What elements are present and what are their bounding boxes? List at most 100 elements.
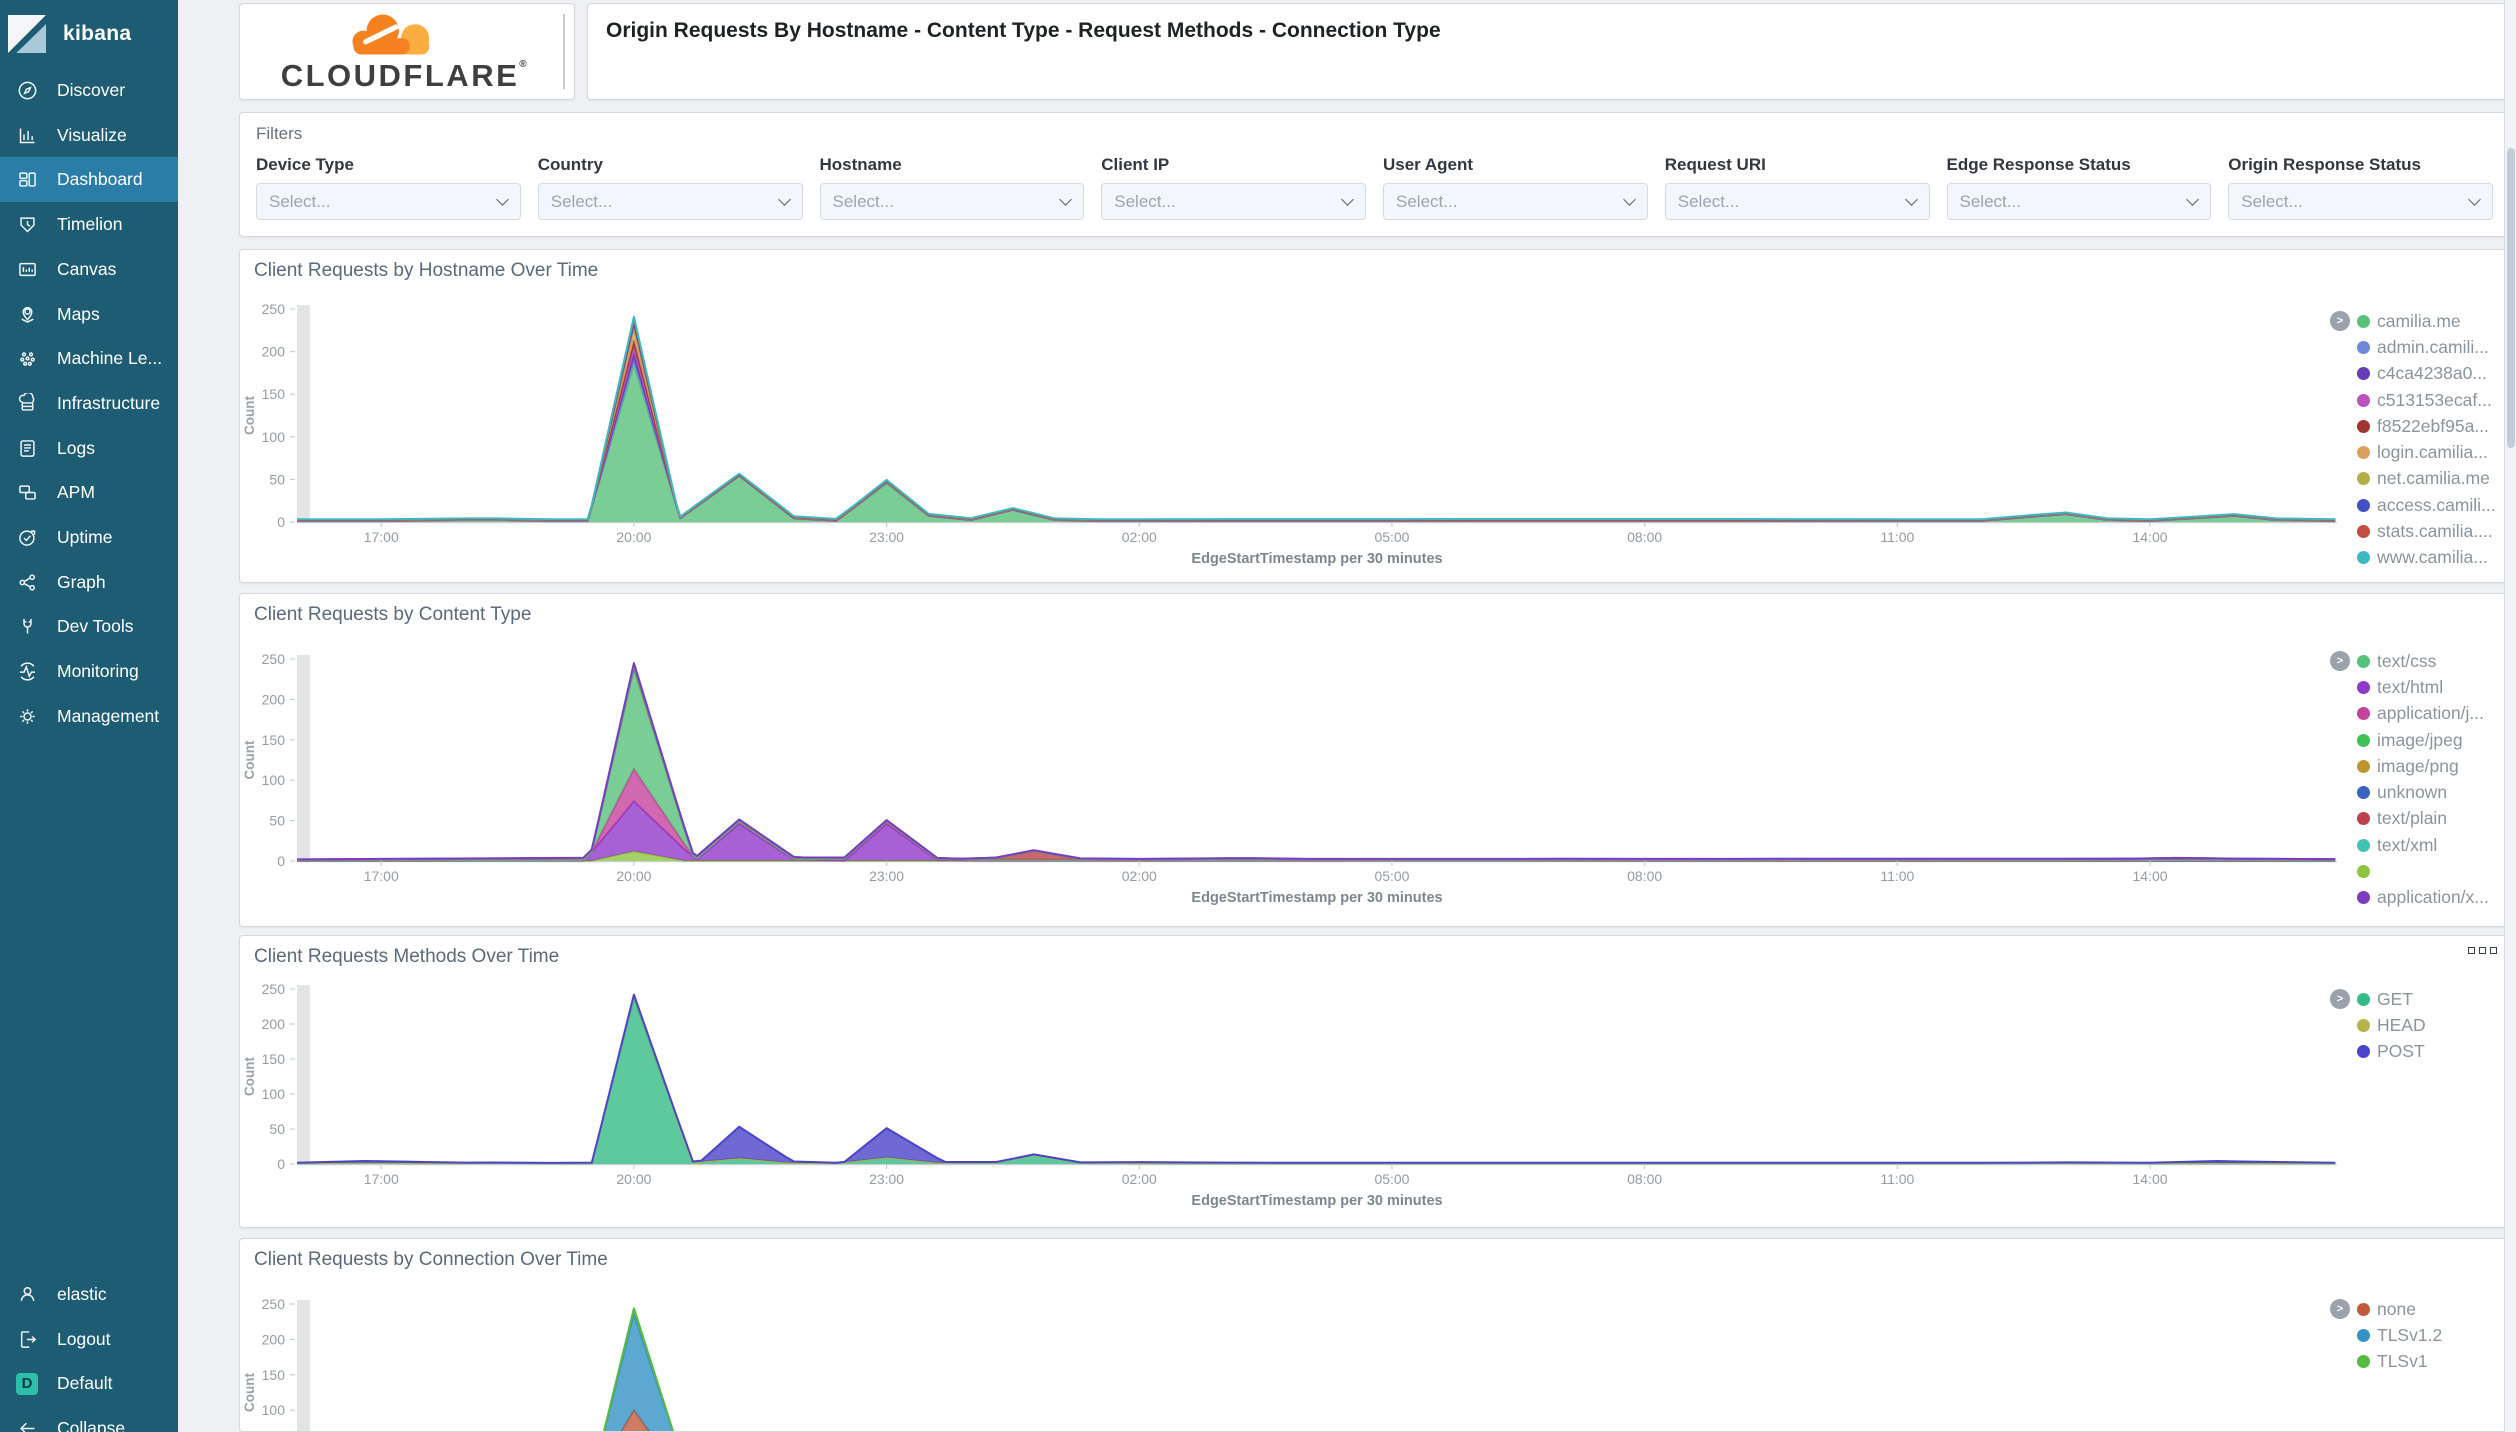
legend-label: www.camilia... bbox=[2377, 547, 2488, 568]
filter-country-select[interactable]: Select... bbox=[537, 183, 803, 220]
legend-item-unknown[interactable]: >unknown bbox=[2330, 779, 2506, 805]
svg-text:14:00: 14:00 bbox=[2132, 529, 2167, 545]
sidebar-item-apm[interactable]: APM bbox=[0, 470, 178, 515]
sidebar-item-label: Uptime bbox=[57, 527, 113, 547]
legend-item-camilia-me[interactable]: > camilia.me bbox=[2330, 308, 2506, 334]
sidebar-item-elastic[interactable]: elastic bbox=[0, 1272, 178, 1317]
sidebar-item-machine-le[interactable]: Machine Le... bbox=[0, 336, 178, 381]
filter-device-type-select[interactable]: Select... bbox=[256, 183, 521, 220]
uptime-icon bbox=[15, 526, 39, 550]
area-chart-methods[interactable]: 0 50 100 150 200 250 17:00 20:00 23:00 02:00 05:00… bbox=[240, 936, 2510, 1228]
legend-item-image-png[interactable]: >image/png bbox=[2330, 753, 2506, 779]
legend-toggle-icon[interactable]: > bbox=[2330, 989, 2350, 1010]
sidebar-item-management[interactable]: Management bbox=[0, 694, 178, 739]
area-chart-connection[interactable]: 05010015020025017:0020:0023:0002:0005:00… bbox=[240, 1239, 2510, 1432]
filter-group-edge-response-status: Edge Response Status Select... bbox=[1946, 155, 2212, 220]
select-placeholder: Select... bbox=[1396, 191, 1458, 211]
sidebar-item-graph[interactable]: Graph bbox=[0, 560, 178, 605]
sidebar-item-logs[interactable]: Logs bbox=[0, 426, 178, 471]
legend-item-text-xml[interactable]: >text/xml bbox=[2330, 832, 2506, 858]
panel-resize-handle[interactable] bbox=[563, 14, 565, 89]
legend-item-application-j[interactable]: >application/j... bbox=[2330, 701, 2506, 727]
legend-item-item[interactable]: > bbox=[2330, 858, 2506, 884]
svg-text:100: 100 bbox=[262, 1086, 286, 1102]
legend-dot bbox=[2357, 1355, 2370, 1369]
area-chart-hostname[interactable]: 0 50 100 150 200 250 17:00 20:00 23:00 02:00 05:00… bbox=[240, 250, 2510, 583]
sidebar-item-default[interactable]: D Default bbox=[0, 1361, 178, 1406]
legend-toggle-icon[interactable]: > bbox=[2330, 311, 2350, 332]
legend-item-none[interactable]: > none bbox=[2330, 1296, 2506, 1322]
legend-item-stats-camilia[interactable]: >stats.camilia.... bbox=[2330, 518, 2506, 544]
kibana-logo-text: kibana bbox=[63, 22, 132, 45]
infrastructure-icon bbox=[15, 391, 39, 415]
sidebar-item-label: Maps bbox=[57, 303, 100, 324]
legend-item-login-camilia[interactable]: >login.camilia... bbox=[2330, 439, 2506, 465]
legend-toggle-icon[interactable]: > bbox=[2330, 651, 2350, 672]
legend-item-www-camilia[interactable]: >www.camilia... bbox=[2330, 545, 2506, 571]
legend-item-access-camili[interactable]: >access.camili... bbox=[2330, 492, 2506, 518]
legend-dot bbox=[2357, 1018, 2370, 1032]
svg-text:0: 0 bbox=[277, 853, 285, 869]
sidebar-item-label: Dev Tools bbox=[57, 616, 134, 637]
scrollbar-thumb[interactable] bbox=[2507, 148, 2515, 448]
sidebar-item-label: APM bbox=[57, 482, 95, 503]
filter-group-country: Country Select... bbox=[537, 155, 803, 220]
legend-item-f8522ebf95a[interactable]: >f8522ebf95a... bbox=[2330, 413, 2506, 439]
legend-dot bbox=[2357, 733, 2370, 747]
legend-item-head[interactable]: >HEAD bbox=[2330, 1012, 2506, 1038]
chevron-down-icon bbox=[1059, 193, 1073, 206]
sidebar-item-visualize[interactable]: Visualize bbox=[0, 113, 178, 158]
svg-text:150: 150 bbox=[262, 732, 286, 748]
sidebar-item-collapse[interactable]: Collapse bbox=[0, 1406, 178, 1432]
filter-client-ip-select[interactable]: Select... bbox=[1101, 183, 1366, 220]
kibana-logo[interactable]: kibana bbox=[8, 12, 131, 56]
sidebar-item-maps[interactable]: Maps bbox=[0, 292, 178, 337]
legend-item-get[interactable]: > GET bbox=[2330, 986, 2506, 1012]
filter-label: User Agent bbox=[1383, 155, 1474, 174]
legend-dot bbox=[2357, 759, 2370, 773]
legend-item-net-camilia-me[interactable]: >net.camilia.me bbox=[2330, 466, 2506, 492]
legend-item-text-plain[interactable]: >text/plain bbox=[2330, 806, 2506, 832]
sidebar-item-uptime[interactable]: Uptime bbox=[0, 515, 178, 560]
sidebar-item-label: Default bbox=[57, 1373, 113, 1394]
area-chart-content-type[interactable]: 0 50 100 150 200 250 17:00 20:00 23:00 02:00 05:00… bbox=[240, 594, 2510, 927]
legend-label: application/x... bbox=[2377, 887, 2489, 908]
legend-item-tlsv1-2[interactable]: >TLSv1.2 bbox=[2330, 1322, 2506, 1348]
legend-item-admin-camili[interactable]: >admin.camili... bbox=[2330, 334, 2506, 360]
legend-item-tlsv1[interactable]: >TLSv1 bbox=[2330, 1349, 2506, 1375]
legend-toggle-icon[interactable]: > bbox=[2330, 1299, 2350, 1320]
sidebar-item-infrastructure[interactable]: Infrastructure bbox=[0, 381, 178, 426]
legend-item-c4ca4238a0[interactable]: >c4ca4238a0... bbox=[2330, 361, 2506, 387]
filter-label: Edge Response Status bbox=[1946, 155, 2131, 174]
svg-text:02:00: 02:00 bbox=[1122, 868, 1157, 884]
svg-text:250: 250 bbox=[262, 981, 286, 997]
filter-edge-response-status-select[interactable]: Select... bbox=[1946, 183, 2212, 220]
chevron-down-icon bbox=[777, 193, 791, 206]
legend-item-post[interactable]: >POST bbox=[2330, 1039, 2506, 1065]
svg-text:50: 50 bbox=[269, 471, 285, 487]
legend-dot bbox=[2357, 340, 2370, 354]
filter-origin-response-status-select[interactable]: Select... bbox=[2228, 183, 2493, 220]
sidebar-item-dashboard[interactable]: Dashboard bbox=[0, 157, 178, 203]
sidebar-item-discover[interactable]: Discover bbox=[0, 68, 178, 113]
legend-item-c513153ecaf[interactable]: >c513153ecaf... bbox=[2330, 387, 2506, 413]
sidebar-item-logout[interactable]: Logout bbox=[0, 1317, 178, 1362]
select-placeholder: Select... bbox=[1677, 191, 1740, 211]
legend-item-image-jpeg[interactable]: >image/jpeg bbox=[2330, 727, 2506, 753]
sidebar-item-timelion[interactable]: Timelion bbox=[0, 202, 178, 247]
svg-text:200: 200 bbox=[262, 691, 286, 707]
chart-legend: > camilia.me >admin.camili...>c4ca4238a0..… bbox=[2330, 308, 2506, 571]
filter-hostname-select[interactable]: Select... bbox=[819, 183, 1085, 220]
kibana-dashboard-page: kibana Discover Visualize Dashboard Timelio… bbox=[0, 0, 2516, 1432]
legend-label: text/html bbox=[2377, 676, 2444, 697]
sidebar-item-dev-tools[interactable]: Dev Tools bbox=[0, 604, 178, 649]
timelion-icon bbox=[15, 213, 39, 237]
filter-user-agent-select[interactable]: Select... bbox=[1383, 183, 1648, 220]
sidebar-item-monitoring[interactable]: Monitoring bbox=[0, 649, 178, 694]
legend-item-application-x[interactable]: >application/x... bbox=[2330, 885, 2506, 911]
sidebar-item-canvas[interactable]: Canvas bbox=[0, 247, 178, 292]
filters-panel-label: Filters bbox=[256, 124, 303, 143]
legend-item-text-css[interactable]: > text/css bbox=[2330, 648, 2506, 674]
legend-item-text-html[interactable]: >text/html bbox=[2330, 674, 2506, 700]
filter-request-uri-select[interactable]: Select... bbox=[1664, 183, 1930, 220]
